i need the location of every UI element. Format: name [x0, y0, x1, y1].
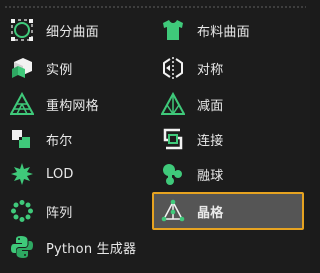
menu-item-label: 布料曲面: [197, 24, 250, 40]
boolean-icon: [10, 127, 34, 151]
menu-item-array[interactable]: 阵列: [10, 195, 140, 227]
cloth-surface-icon: [161, 18, 185, 42]
menu-item-symmetry[interactable]: 对称: [161, 52, 301, 84]
menu-item-cloth-surface[interactable]: 布料曲面: [161, 14, 301, 46]
menu-item-label: 实例: [46, 62, 73, 78]
menu-item-connect[interactable]: 连接: [161, 123, 301, 155]
menu-item-remesh[interactable]: 重构网格: [10, 88, 140, 120]
menu-item-lattice[interactable]: 晶格: [152, 192, 304, 230]
menu-item-label: Python 生成器: [46, 241, 137, 257]
generator-menu-panel: 细分曲面 实例 重构网格 布尔 LOD 阵列 Python 生成器 布料曲面 对…: [0, 0, 310, 273]
instance-icon: [10, 56, 34, 80]
menu-item-label: 晶格: [197, 205, 224, 221]
menu-item-label: 减面: [197, 98, 224, 114]
python-generator-icon: [10, 235, 34, 259]
metaball-icon: [161, 162, 185, 186]
menu-item-polygon-reduction[interactable]: 减面: [161, 88, 301, 120]
menu-item-label: 重构网格: [46, 98, 99, 114]
menu-item-label: 连接: [197, 133, 224, 149]
menu-item-label: 布尔: [46, 133, 73, 149]
array-icon: [10, 199, 34, 223]
polygon-reduction-icon: [161, 92, 185, 116]
panel-grip-bar[interactable]: [4, 5, 306, 9]
menu-item-label: 细分曲面: [46, 24, 99, 40]
menu-item-lod[interactable]: LOD: [10, 158, 140, 190]
menu-item-metaball[interactable]: 融球: [161, 158, 301, 190]
menu-item-instance[interactable]: 实例: [10, 52, 140, 84]
remesh-icon: [10, 92, 34, 116]
connect-icon: [161, 127, 185, 151]
menu-item-subdivision-surface[interactable]: 细分曲面: [10, 14, 140, 46]
menu-item-boolean[interactable]: 布尔: [10, 123, 140, 155]
menu-item-python-generator[interactable]: Python 生成器: [10, 231, 140, 263]
menu-item-label: 阵列: [46, 205, 73, 221]
symmetry-icon: [161, 56, 185, 80]
menu-item-label: 融球: [197, 168, 224, 184]
menu-item-label: 对称: [197, 62, 224, 78]
lattice-icon: [161, 199, 185, 223]
subdivision-surface-icon: [10, 18, 34, 42]
menu-item-label: LOD: [46, 166, 74, 182]
lod-icon: [10, 162, 34, 186]
